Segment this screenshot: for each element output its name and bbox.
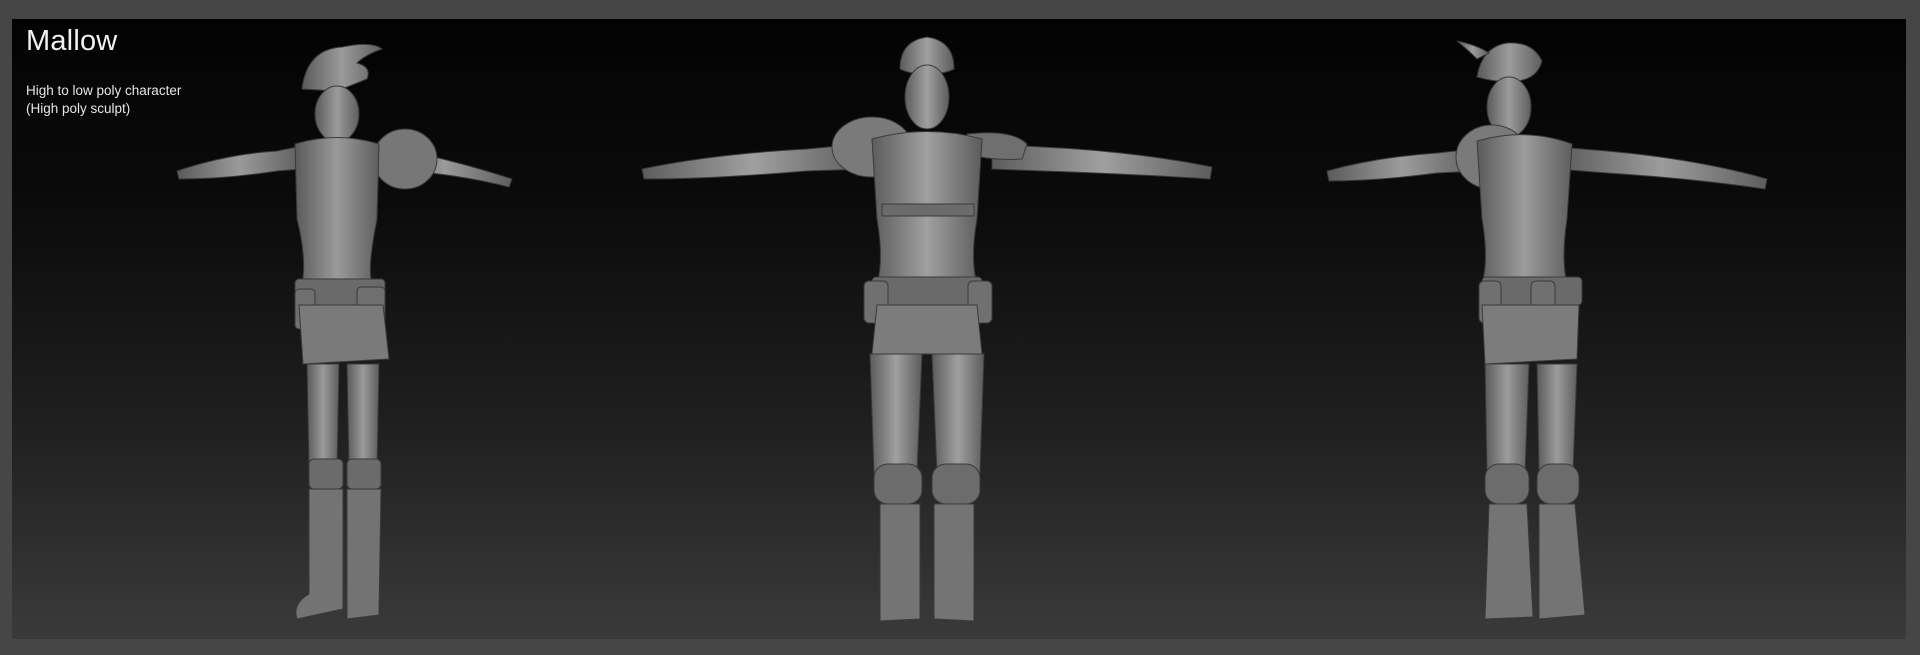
character-title: Mallow — [26, 25, 118, 57]
render-frame: Mallow High to low poly character (High … — [12, 19, 1906, 639]
three-quarter-view-sculpt — [1317, 19, 1787, 639]
description-line-2: (High poly sculpt) — [26, 101, 131, 116]
description-line-1: High to low poly character — [26, 83, 182, 98]
back-view-sculpt — [167, 19, 537, 639]
character-description: High to low poly character (High poly sc… — [26, 82, 181, 118]
front-view-sculpt — [632, 19, 1222, 639]
